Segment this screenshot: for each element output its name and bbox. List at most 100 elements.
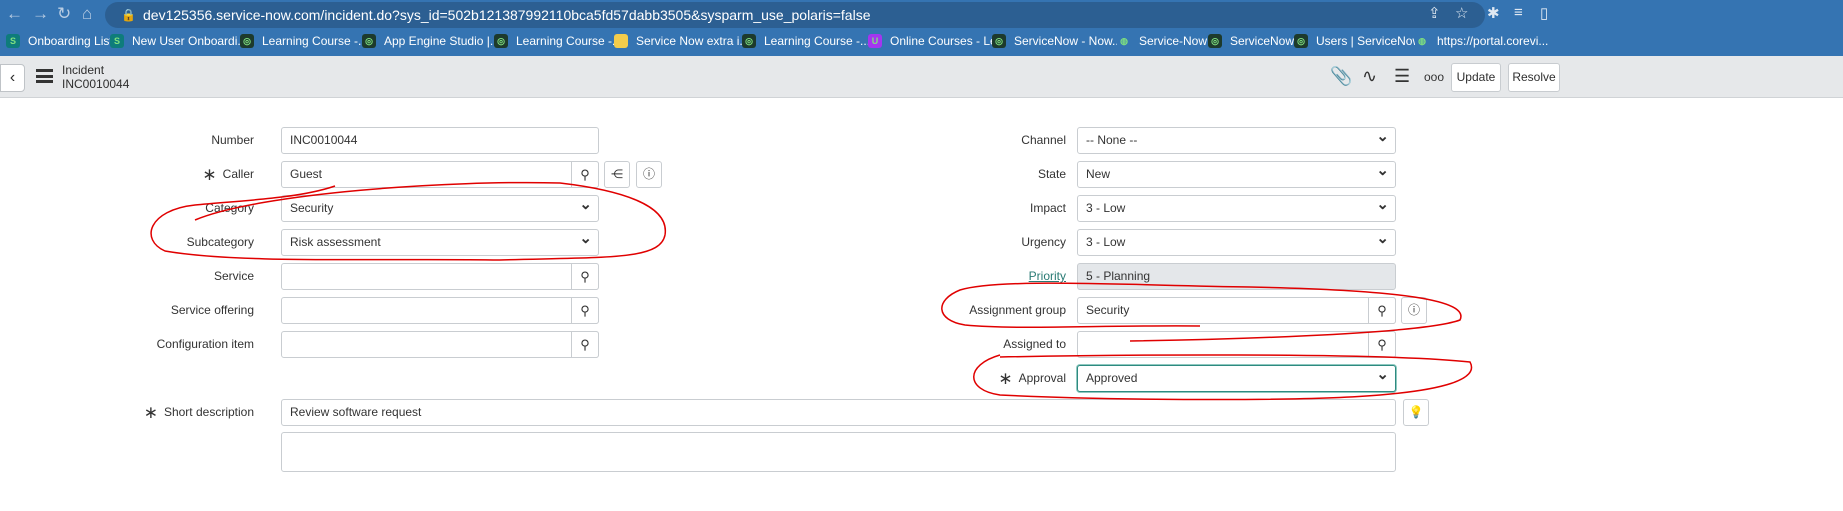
activity-icon[interactable]: ∿ xyxy=(1362,66,1377,87)
search-icon[interactable]: ⚲ xyxy=(1368,331,1396,358)
bookmark-item[interactable]: Service Now extra i... xyxy=(614,31,749,51)
star-icon[interactable]: ☆ xyxy=(1455,4,1468,22)
bookmark-item[interactable]: ◎ Learning Course -... xyxy=(494,31,622,51)
urgency-label: Urgency xyxy=(1021,235,1066,249)
search-icon[interactable]: ⚲ xyxy=(571,331,599,358)
priority-label: Priority xyxy=(880,263,1066,289)
extensions-icon[interactable]: ✱ xyxy=(1487,4,1500,22)
udemy-icon: U xyxy=(868,34,882,48)
search-icon[interactable]: ⚲ xyxy=(571,161,599,188)
info-icon[interactable]: ⓘ xyxy=(636,161,662,188)
bookmark-item[interactable]: ◍ https://portal.corevi... xyxy=(1415,31,1548,51)
service-offering-label: Service offering xyxy=(170,303,254,317)
state-value: New xyxy=(1086,167,1111,181)
priority-value: 5 - Planning xyxy=(1086,269,1151,283)
form-header: ‹ Incident INC0010044 📎 ∿ ☰ ooo Update R… xyxy=(0,56,1843,98)
service-label: Service xyxy=(213,269,254,283)
bookmark-item[interactable]: ◎ App Engine Studio |... xyxy=(362,31,500,51)
caller-value: Guest xyxy=(290,167,323,181)
side-panel-icon[interactable]: ▯ xyxy=(1540,4,1548,22)
description-field[interactable] xyxy=(281,432,1396,472)
bookmark-label: Service Now extra i... xyxy=(636,34,750,48)
bookmark-item[interactable]: ◎ Users | ServiceNow xyxy=(1294,31,1421,51)
globe-icon: ◍ xyxy=(1117,34,1131,48)
back-arrow-icon[interactable]: ← xyxy=(6,4,23,24)
reload-icon[interactable]: ↻ xyxy=(57,4,71,24)
urgency-value: 3 - Low xyxy=(1086,235,1126,249)
impact-field[interactable]: 3 - Low xyxy=(1077,192,1396,222)
bookmark-label: Service-Now xyxy=(1139,34,1208,48)
caller-field[interactable]: Guest ⚲ xyxy=(281,161,599,188)
assignment-group-field[interactable]: Security ⚲ xyxy=(1077,297,1396,324)
paperclip-icon[interactable]: 📎 xyxy=(1330,66,1352,87)
update-button[interactable]: Update xyxy=(1451,63,1501,92)
record-number: INC0010044 xyxy=(62,77,130,91)
state-field[interactable]: New xyxy=(1077,158,1396,188)
priority-field: 5 - Planning xyxy=(1077,263,1396,290)
short-description-label: ∗ Short description xyxy=(143,402,254,422)
info-icon[interactable]: ⓘ xyxy=(1401,297,1427,324)
required-asterisk-icon: ∗ xyxy=(202,164,217,184)
servicenow-icon: ◎ xyxy=(494,34,508,48)
number-field[interactable]: INC0010044 xyxy=(281,127,599,154)
number-label: Number xyxy=(211,133,254,147)
required-asterisk-icon: ∗ xyxy=(998,368,1013,388)
bookmark-item[interactable]: S Onboarding List xyxy=(6,31,113,51)
settings-sliders-icon[interactable]: ☰ xyxy=(1394,66,1410,87)
resolve-button[interactable]: Resolve xyxy=(1508,63,1560,92)
bookmark-label: ServiceNow - Now... xyxy=(1014,34,1123,48)
assigned-to-label: Assigned to xyxy=(1003,337,1066,351)
sharepoint-icon: S xyxy=(110,34,124,48)
back-button[interactable]: ‹ xyxy=(0,64,25,92)
priority-link[interactable]: Priority xyxy=(1029,269,1066,283)
globe-icon: ◍ xyxy=(1415,34,1429,48)
bookmark-item[interactable]: ◎ ServiceNow xyxy=(1208,31,1294,51)
urgency-field[interactable]: 3 - Low xyxy=(1077,226,1396,256)
search-icon[interactable]: ⚲ xyxy=(571,297,599,324)
search-icon[interactable]: ⚲ xyxy=(571,263,599,290)
hamburger-menu-icon[interactable] xyxy=(36,69,53,83)
bookmark-item[interactable]: ◍ Service-Now xyxy=(1117,31,1207,51)
page-title: Incident xyxy=(62,63,105,77)
search-icon[interactable]: ⚲ xyxy=(1368,297,1396,324)
caller-label: ∗ Caller xyxy=(202,164,254,184)
more-options-icon[interactable]: ooo xyxy=(1424,70,1444,84)
subcategory-field[interactable]: Risk assessment xyxy=(281,226,599,256)
configuration-item-field[interactable]: ⚲ xyxy=(281,331,599,358)
bookmark-label: New User Onboardi... xyxy=(132,34,248,48)
lightbulb-icon[interactable]: 💡 xyxy=(1403,399,1429,426)
category-value: Security xyxy=(290,201,334,215)
bookmark-item[interactable]: S New User Onboardi... xyxy=(110,31,247,51)
approval-field[interactable]: Approved xyxy=(1077,362,1396,392)
assigned-to-field[interactable]: ⚲ xyxy=(1077,331,1396,358)
share-icon[interactable]: ⇪ xyxy=(1428,4,1441,22)
service-offering-field[interactable]: ⚲ xyxy=(281,297,599,324)
forward-arrow-icon[interactable]: → xyxy=(32,4,49,24)
servicenow-icon: ◎ xyxy=(742,34,756,48)
bookmark-label: Learning Course -... xyxy=(516,34,623,48)
approval-label: ∗ Approval xyxy=(998,368,1066,388)
bookmark-item[interactable]: ◎ Learning Course -... xyxy=(742,31,870,51)
category-field[interactable]: Security xyxy=(281,192,599,222)
reading-list-icon[interactable]: ≡ xyxy=(1514,4,1523,21)
bookmark-item[interactable]: ◎ Learning Course -... xyxy=(240,31,368,51)
home-icon[interactable]: ⌂ xyxy=(82,4,92,24)
bookmark-label: Users | ServiceNow xyxy=(1316,34,1422,48)
hierarchy-icon[interactable]: ⋲ xyxy=(604,161,630,188)
address-bar[interactable]: 🔒 dev125356.service-now.com/incident.do?s… xyxy=(105,2,1485,28)
category-label: Category xyxy=(205,201,254,215)
bookmark-label: Learning Course -... xyxy=(764,34,871,48)
short-description-field[interactable]: Review software request xyxy=(281,399,1396,426)
configuration-item-label: Configuration item xyxy=(156,337,254,351)
channel-label: Channel xyxy=(1021,133,1066,147)
service-field[interactable]: ⚲ xyxy=(281,263,599,290)
bookmark-item[interactable]: U Online Courses - Le... xyxy=(868,31,1007,51)
servicenow-icon: ◎ xyxy=(1294,34,1308,48)
channel-field[interactable]: -- None -- xyxy=(1077,124,1396,154)
servicenow-icon: ◎ xyxy=(992,34,1006,48)
assignment-group-label: Assignment group xyxy=(969,303,1066,317)
impact-label: Impact xyxy=(1029,201,1066,215)
lock-icon: 🔒 xyxy=(121,8,136,22)
url-text: dev125356.service-now.com/incident.do?sy… xyxy=(143,7,871,23)
bookmark-item[interactable]: ◎ ServiceNow - Now... xyxy=(992,31,1122,51)
